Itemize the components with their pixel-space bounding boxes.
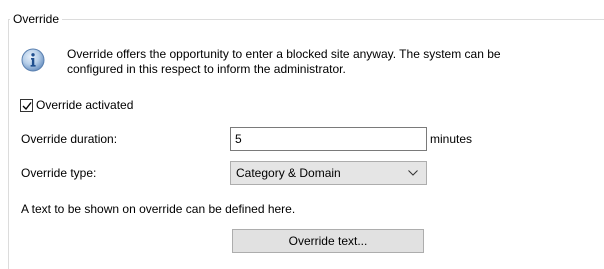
group-title: Override — [10, 11, 63, 27]
override-duration-label: Override duration: — [21, 132, 118, 146]
info-text: Override offers the opportunity to enter… — [67, 47, 587, 77]
override-duration-input[interactable] — [230, 127, 427, 151]
info-text-line1: Override offers the opportunity to enter… — [67, 47, 501, 61]
duration-unit-label: minutes — [430, 132, 473, 146]
override-type-label: Override type: — [21, 166, 97, 180]
chevron-down-icon — [404, 170, 422, 176]
info-text-line2: configured in this respect to inform the… — [67, 62, 346, 76]
override-type-value: Category & Domain — [236, 166, 341, 180]
info-icon — [21, 48, 45, 72]
override-text-button[interactable]: Override text... — [232, 229, 424, 253]
override-text-hint: A text to be shown on override can be de… — [21, 202, 296, 216]
checkmark-icon — [22, 101, 32, 110]
override-activated-checkbox-row[interactable]: Override activated — [20, 97, 133, 113]
override-activated-label[interactable]: Override activated — [36, 98, 133, 112]
override-type-select[interactable]: Category & Domain — [230, 161, 427, 185]
override-activated-checkbox[interactable] — [20, 98, 33, 112]
